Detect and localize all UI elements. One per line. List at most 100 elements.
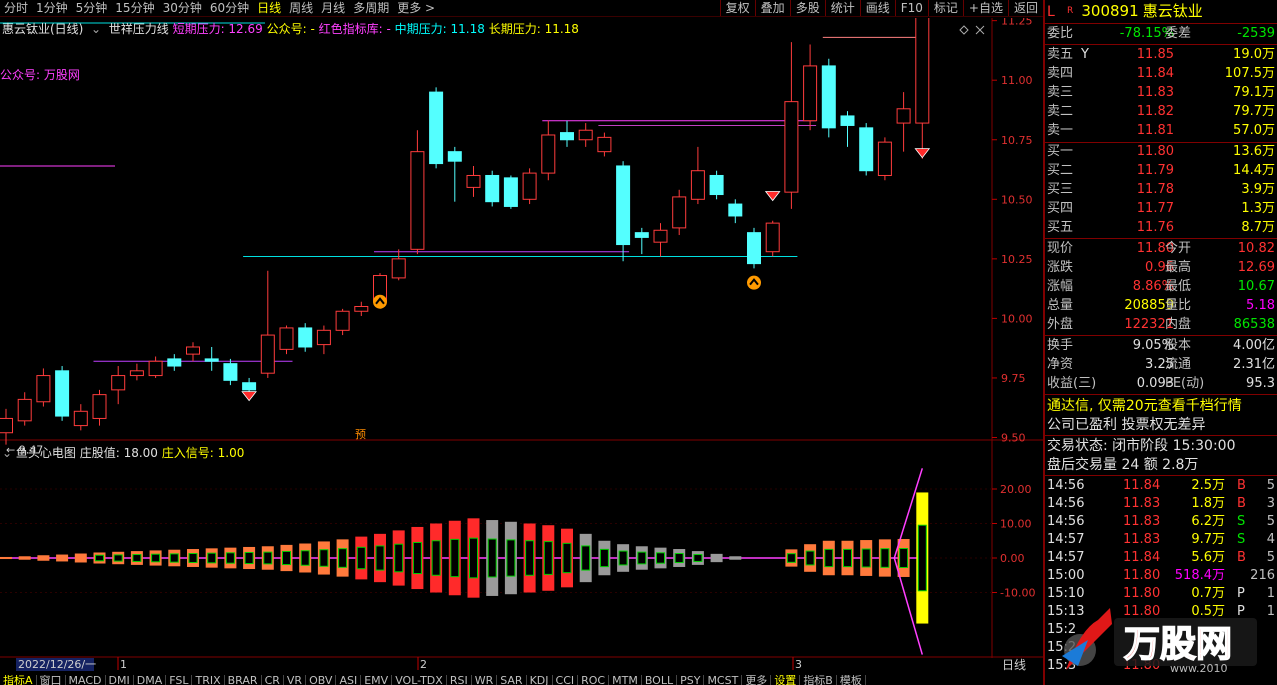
indicator-tab[interactable]: SAR xyxy=(497,675,527,685)
indicator-tab[interactable]: 指标B xyxy=(800,675,837,685)
candle-body[interactable] xyxy=(522,172,537,200)
candle-body[interactable] xyxy=(129,370,144,377)
bid-row[interactable]: 买四 11.77 1.3万 xyxy=(1047,200,1277,218)
candle-body[interactable] xyxy=(0,417,13,434)
ad-text[interactable]: 通达信, 仅需20元查看千档行情 xyxy=(1047,398,1242,414)
candle-body[interactable] xyxy=(354,305,369,312)
period-tab[interactable]: 15分钟 xyxy=(111,1,158,16)
candle-body[interactable] xyxy=(541,134,556,174)
period-tab[interactable]: 更多 > xyxy=(393,1,439,16)
period-tab[interactable]: 1分钟 xyxy=(32,1,72,16)
bid-row[interactable]: 买五 11.76 8.7万 xyxy=(1047,219,1277,237)
ask-row[interactable]: 卖五 Y 11.85 19.0万 xyxy=(1047,46,1277,64)
candle-body[interactable] xyxy=(503,177,518,207)
collapse-icon-sub[interactable]: ⌄ xyxy=(2,446,12,460)
indicator-tab[interactable]: KDJ xyxy=(527,675,553,685)
period-tab[interactable]: 月线 xyxy=(317,1,349,16)
indicator-tab[interactable]: VOL-TDX xyxy=(392,675,447,685)
period-tab[interactable]: 多周期 xyxy=(349,1,393,16)
bid-row[interactable]: 买一 11.80 13.6万 xyxy=(1047,143,1277,161)
candle-body[interactable] xyxy=(167,358,182,367)
candle-body[interactable] xyxy=(429,91,444,165)
indicator-tab[interactable]: CR xyxy=(262,675,284,685)
ask-row[interactable]: 卖三 11.83 79.1万 xyxy=(1047,84,1277,102)
fishbone-bar[interactable] xyxy=(729,556,742,560)
indicator-tab[interactable]: TRIX xyxy=(192,675,225,685)
period-tab[interactable]: 周线 xyxy=(285,1,317,16)
indicator-tab[interactable]: 指标A xyxy=(0,675,37,685)
candle-body[interactable] xyxy=(690,170,705,200)
indicator-tab[interactable]: WR xyxy=(472,675,498,685)
tool-button[interactable]: 画线 xyxy=(859,0,895,16)
candle-body[interactable] xyxy=(92,394,107,419)
tick-row[interactable]: 14:56 11.83 6.2万 S 5 xyxy=(1047,513,1277,531)
ask-row[interactable]: 卖二 11.82 79.7万 xyxy=(1047,103,1277,121)
kline-chart[interactable]: 20.0010.000.00-10.0012.5012.2512.0011.75… xyxy=(0,18,1043,685)
candle-body[interactable] xyxy=(560,132,574,141)
ask-row[interactable]: 卖一 11.81 57.0万 xyxy=(1047,122,1277,140)
indicator-tab[interactable]: ROC xyxy=(578,675,610,685)
candle-body[interactable] xyxy=(260,334,275,374)
indicator-tab[interactable]: MTM xyxy=(609,675,642,685)
tick-row[interactable]: 14:56 11.84 2.5万 B 5 xyxy=(1047,477,1277,495)
candle-body[interactable] xyxy=(223,363,238,381)
candle-body[interactable] xyxy=(298,327,313,348)
candle-body[interactable] xyxy=(709,174,724,196)
tool-button[interactable]: 标记 xyxy=(927,0,963,16)
candle-body[interactable] xyxy=(896,108,911,124)
candle-body[interactable] xyxy=(186,346,200,355)
candle-body[interactable] xyxy=(17,398,32,422)
diamond-icon[interactable] xyxy=(959,25,969,35)
candle-body[interactable] xyxy=(316,329,331,346)
candle-body[interactable] xyxy=(616,165,631,246)
period-tab[interactable]: 分时 xyxy=(0,1,32,16)
indicator-name[interactable]: 世祥压力线 xyxy=(109,22,169,36)
indicator-tab[interactable]: 更多 xyxy=(742,675,772,685)
indicator-tab[interactable]: 窗口 xyxy=(37,675,66,685)
tool-button[interactable]: 多股 xyxy=(789,0,825,16)
fishbone-bar[interactable] xyxy=(710,553,723,563)
indicator-tab[interactable]: MCST xyxy=(704,675,743,685)
indicator-tab[interactable]: ASI xyxy=(336,675,362,685)
indicator-tab[interactable]: PSY xyxy=(677,675,705,685)
period-tab[interactable]: 日线 xyxy=(253,1,285,16)
candle-body[interactable] xyxy=(803,65,818,122)
tick-row[interactable]: 14:57 11.83 9.7万 S 4 xyxy=(1047,531,1277,549)
candle-body[interactable] xyxy=(204,358,219,362)
candle-body[interactable] xyxy=(597,136,612,153)
indicator-tab[interactable]: OBV xyxy=(306,675,337,685)
candle-body[interactable] xyxy=(915,18,930,124)
period-tab[interactable]: 5分钟 xyxy=(72,1,112,16)
period-tab[interactable]: 30分钟 xyxy=(159,1,206,16)
indicator-tab[interactable]: MACD xyxy=(66,675,106,685)
candle-body[interactable] xyxy=(391,258,406,279)
candle-body[interactable] xyxy=(242,382,257,391)
indicator-tab[interactable]: EMV xyxy=(361,675,393,685)
indicator-tab[interactable]: CCI xyxy=(553,675,579,685)
candle-body[interactable] xyxy=(821,65,836,129)
tool-button[interactable]: 复权 xyxy=(719,0,755,16)
tick-row[interactable]: 14:56 11.83 1.8万 B 3 xyxy=(1047,495,1277,513)
collapse-icon[interactable]: ⌄ xyxy=(87,22,105,36)
candle-body[interactable] xyxy=(672,196,687,229)
candle-body[interactable] xyxy=(36,375,51,403)
candle-body[interactable] xyxy=(410,151,425,250)
bid-row[interactable]: 买三 11.78 3.9万 xyxy=(1047,181,1277,199)
indicator-tab[interactable]: FSL xyxy=(166,675,193,685)
bid-row[interactable]: 买二 11.79 14.4万 xyxy=(1047,162,1277,180)
candle-body[interactable] xyxy=(728,203,743,217)
candle-body[interactable] xyxy=(111,375,126,391)
candle-body[interactable] xyxy=(485,174,500,203)
candle-body[interactable] xyxy=(840,115,855,126)
fishbone-bar[interactable] xyxy=(37,555,50,561)
candle-body[interactable] xyxy=(784,101,799,193)
candle-body[interactable] xyxy=(578,129,593,141)
period-tab[interactable]: 60分钟 xyxy=(206,1,253,16)
tool-button[interactable]: 统计 xyxy=(824,0,860,16)
candle-body[interactable] xyxy=(148,360,163,377)
indicator-tab[interactable]: VR xyxy=(284,675,307,685)
candle-body[interactable] xyxy=(466,174,481,188)
candle-body[interactable] xyxy=(73,410,88,427)
ad-banner[interactable]: 通达信, 仅需20元查看千档行情 xyxy=(1047,397,1277,415)
tool-button[interactable]: 叠加 xyxy=(754,0,790,16)
